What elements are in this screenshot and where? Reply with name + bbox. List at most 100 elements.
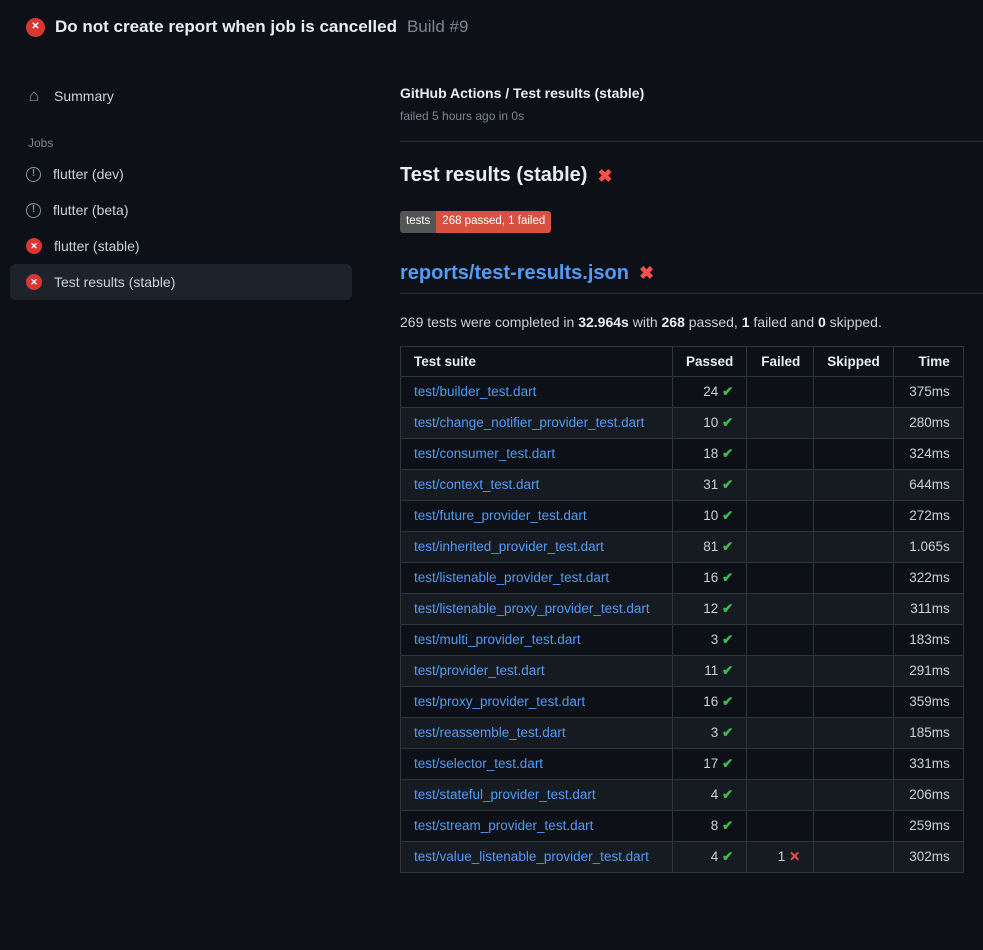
time-cell: 291ms [893, 655, 963, 686]
suite-link[interactable]: test/provider_test.dart [414, 663, 545, 678]
failed-cell [747, 531, 814, 562]
time-cell: 302ms [893, 841, 963, 872]
failed-cell [747, 624, 814, 655]
suite-link[interactable]: test/reassemble_test.dart [414, 725, 566, 740]
passed-cell: 24 ✔ [673, 376, 747, 407]
passed-cell: 12 ✔ [673, 593, 747, 624]
report-heading: reports/test-results.json ✖ [400, 261, 983, 294]
table-row: test/change_notifier_provider_test.dart1… [401, 407, 964, 438]
check-icon: ✔ [722, 601, 733, 616]
suite-link[interactable]: test/multi_provider_test.dart [414, 632, 581, 647]
suite-link[interactable]: test/selector_test.dart [414, 756, 543, 771]
failed-cell [747, 686, 814, 717]
failed-status-icon: ✕ [26, 238, 42, 254]
jobs-section-label: Jobs [28, 136, 352, 150]
suite-link[interactable]: test/builder_test.dart [414, 384, 536, 399]
skipped-cell [814, 686, 894, 717]
check-icon: ✔ [722, 787, 733, 802]
run-header: ✕ Do not create report when job is cance… [0, 0, 983, 51]
suite-cell: test/provider_test.dart [401, 655, 673, 686]
suite-link[interactable]: test/future_provider_test.dart [414, 508, 587, 523]
time-cell: 272ms [893, 500, 963, 531]
skipped-cell [814, 779, 894, 810]
build-number: Build #9 [407, 17, 468, 37]
col-header-test-suite: Test suite [401, 346, 673, 376]
skipped-cell [814, 810, 894, 841]
time-cell: 183ms [893, 624, 963, 655]
sidebar-item-flutter-stable[interactable]: ✕ flutter (stable) [10, 228, 352, 264]
passed-cell: 16 ✔ [673, 686, 747, 717]
checks-page: ✕ Do not create report when job is cance… [0, 0, 983, 873]
skipped-cell [814, 841, 894, 872]
time-cell: 644ms [893, 469, 963, 500]
suite-link[interactable]: test/value_listenable_provider_test.dart [414, 849, 649, 864]
time-cell: 280ms [893, 407, 963, 438]
failed-cell [747, 717, 814, 748]
failed-cell [747, 593, 814, 624]
check-icon: ✔ [722, 446, 733, 461]
passed-cell: 11 ✔ [673, 655, 747, 686]
failed-cell: 1 ✕ [747, 841, 814, 872]
suite-link[interactable]: test/stream_provider_test.dart [414, 818, 593, 833]
results-table: Test suite Passed Failed Skipped Time te… [400, 346, 964, 873]
skipped-cell [814, 376, 894, 407]
suite-link[interactable]: test/stateful_provider_test.dart [414, 787, 596, 802]
job-label: flutter (stable) [54, 238, 140, 254]
check-icon: ✔ [722, 384, 733, 399]
suite-cell: test/stream_provider_test.dart [401, 810, 673, 841]
main-content: GitHub Actions / Test results (stable) f… [376, 51, 983, 873]
check-icon: ✔ [722, 694, 733, 709]
skipped-cell [814, 407, 894, 438]
failed-x-icon: ✖ [597, 167, 612, 185]
suite-cell: test/stateful_provider_test.dart [401, 779, 673, 810]
suite-link[interactable]: test/listenable_proxy_provider_test.dart [414, 601, 650, 616]
check-icon: ✔ [722, 756, 733, 771]
suite-cell: test/change_notifier_provider_test.dart [401, 407, 673, 438]
passed-cell: 17 ✔ [673, 748, 747, 779]
passed-cell: 3 ✔ [673, 624, 747, 655]
results-table-body: test/builder_test.dart24 ✔375mstest/chan… [401, 376, 964, 872]
sidebar-item-test-results-stable[interactable]: ✕ Test results (stable) [10, 264, 352, 300]
sidebar-item-summary[interactable]: ⌂ Summary [10, 77, 352, 114]
skipped-cell [814, 531, 894, 562]
skipped-cell [814, 562, 894, 593]
table-row: test/multi_provider_test.dart 3 ✔ 183ms [401, 624, 964, 655]
suite-link[interactable]: test/consumer_test.dart [414, 446, 555, 461]
sidebar-item-flutter-beta[interactable]: ! flutter (beta) [10, 192, 352, 228]
job-label: flutter (beta) [53, 202, 128, 218]
failed-cell [747, 562, 814, 593]
suite-cell: test/inherited_provider_test.dart [401, 531, 673, 562]
check-icon: ✔ [722, 415, 733, 430]
passed-cell: 4 ✔ [673, 841, 747, 872]
passed-cell: 4 ✔ [673, 779, 747, 810]
table-row: test/builder_test.dart24 ✔375ms [401, 376, 964, 407]
suite-link[interactable]: test/change_notifier_provider_test.dart [414, 415, 644, 430]
table-row: test/consumer_test.dart18 ✔324ms [401, 438, 964, 469]
table-header-row: Test suite Passed Failed Skipped Time [401, 346, 964, 376]
col-header-failed: Failed [747, 346, 814, 376]
table-row: test/listenable_provider_test.dart16 ✔32… [401, 562, 964, 593]
failed-x-icon: ✖ [639, 264, 654, 282]
passed-cell: 8 ✔ [673, 810, 747, 841]
suite-link[interactable]: test/listenable_provider_test.dart [414, 570, 609, 585]
x-icon: ✕ [789, 849, 800, 864]
table-row: test/listenable_proxy_provider_test.dart… [401, 593, 964, 624]
suite-link[interactable]: test/inherited_provider_test.dart [414, 539, 604, 554]
skipped-cell [814, 655, 894, 686]
suite-link[interactable]: test/context_test.dart [414, 477, 539, 492]
check-icon: ✔ [722, 725, 733, 740]
suite-link[interactable]: test/proxy_provider_test.dart [414, 694, 585, 709]
time-cell: 206ms [893, 779, 963, 810]
suite-cell: test/consumer_test.dart [401, 438, 673, 469]
passed-cell: 81 ✔ [673, 531, 747, 562]
check-icon: ✔ [722, 663, 733, 678]
section-title: Test results (stable) ✖ [400, 164, 983, 187]
suite-cell: test/selector_test.dart [401, 748, 673, 779]
report-link[interactable]: reports/test-results.json [400, 261, 629, 285]
sidebar-item-flutter-dev[interactable]: ! flutter (dev) [10, 156, 352, 192]
passed-cell: 16 ✔ [673, 562, 747, 593]
home-icon: ⌂ [26, 87, 42, 104]
failed-cell [747, 500, 814, 531]
badge-label: tests [400, 211, 436, 233]
failed-cell [747, 407, 814, 438]
